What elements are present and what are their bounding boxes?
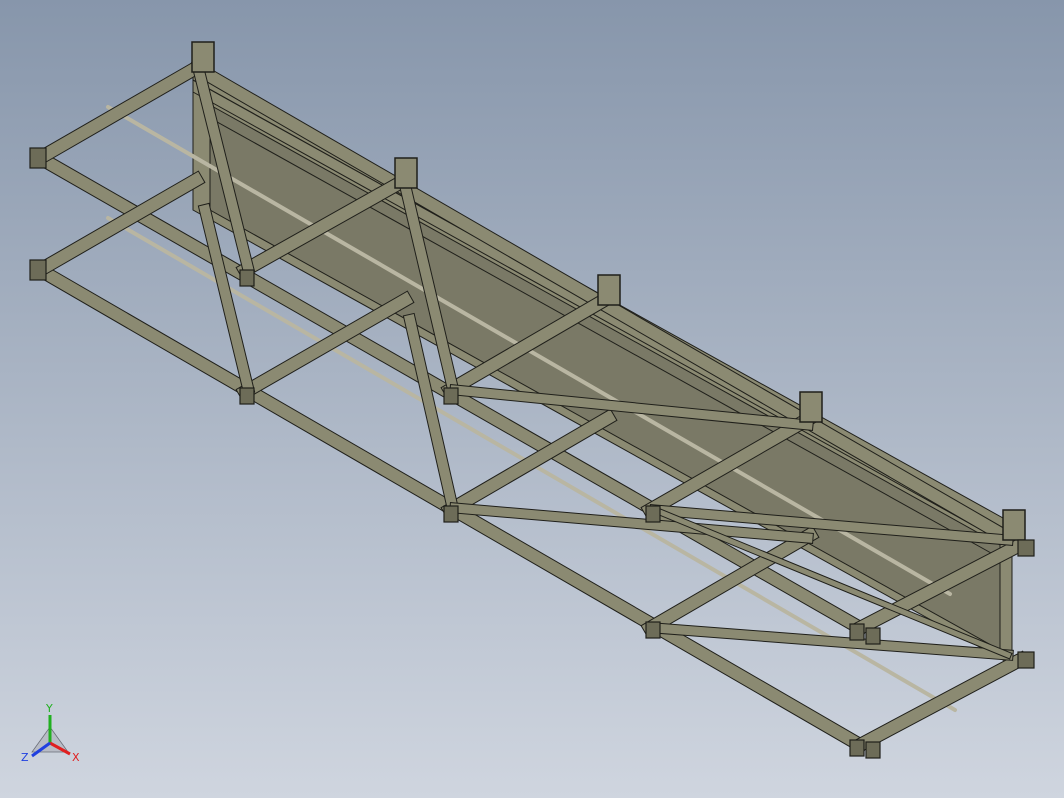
triad-x-label: X (72, 751, 80, 764)
joint-nub (443, 387, 459, 405)
post-cap (1002, 509, 1026, 541)
joint-nub (645, 621, 661, 639)
cad-viewport[interactable]: Y X Z (0, 0, 1064, 798)
joint-nub (645, 505, 661, 523)
post-cap (394, 157, 418, 189)
joint-nub (849, 623, 865, 641)
joint-nub (865, 627, 881, 645)
3d-model-canvas[interactable]: Y X Z (0, 0, 1064, 798)
joint-nub (865, 741, 881, 759)
joint-nub (239, 387, 255, 405)
joint-nub (849, 739, 865, 757)
post-cap (799, 391, 823, 423)
joint-nub (1017, 651, 1035, 669)
joint-nub (1017, 539, 1035, 557)
joint-nub (29, 147, 47, 169)
joint-nub (443, 505, 459, 523)
triad-z-label: Z (21, 751, 29, 764)
joint-nub (29, 259, 47, 281)
triad-y-label: Y (45, 702, 53, 715)
post-cap (191, 41, 215, 73)
post-cap (597, 274, 621, 306)
joint-nub (239, 269, 255, 287)
